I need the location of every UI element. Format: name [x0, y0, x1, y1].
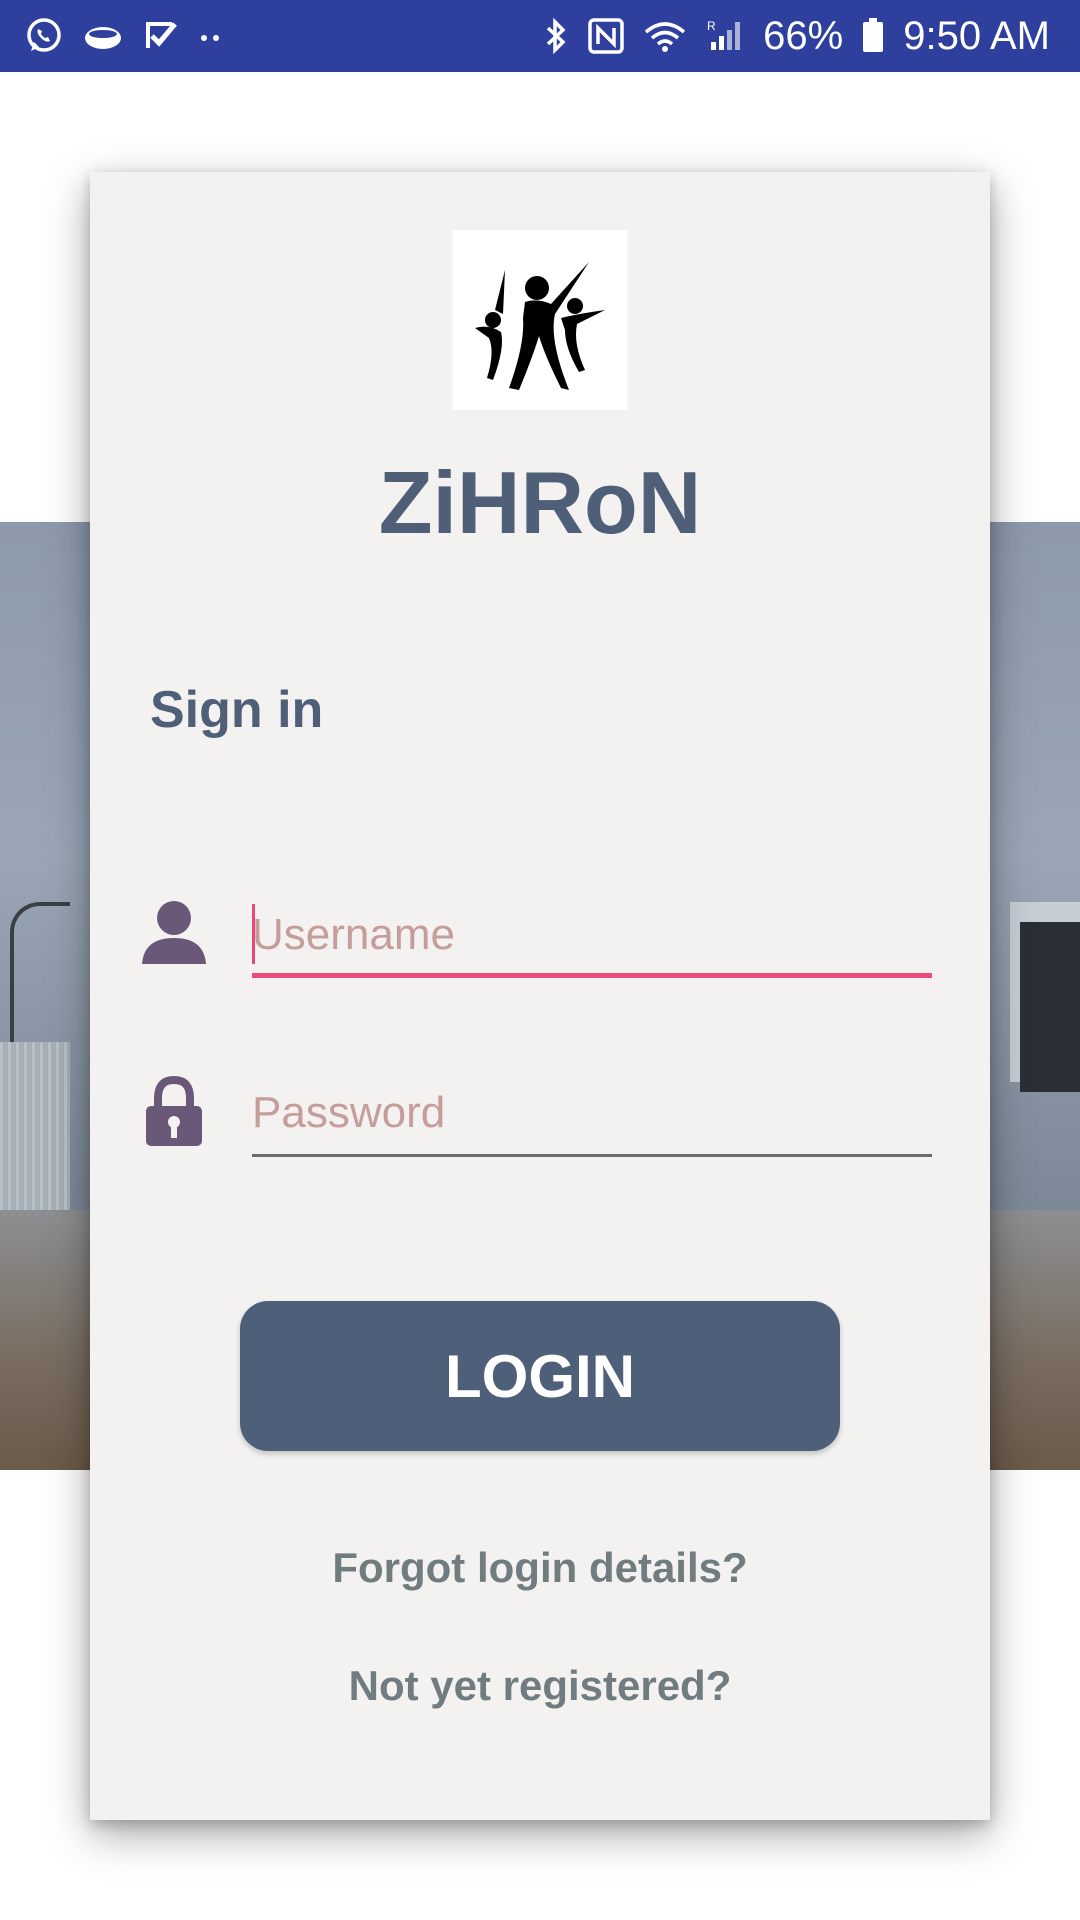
- username-row: [138, 894, 944, 984]
- bluetooth-icon: [543, 16, 569, 56]
- username-input[interactable]: [252, 894, 932, 976]
- more-dots-icon: [196, 16, 226, 56]
- user-icon: [138, 894, 210, 974]
- status-left-icons: [24, 16, 226, 56]
- clock: 9:50 AM: [903, 13, 1050, 58]
- cloud-icon: [82, 16, 124, 56]
- password-input[interactable]: [252, 1072, 932, 1154]
- people-logo-icon: [475, 262, 605, 390]
- svg-text:R: R: [707, 19, 716, 33]
- background-monitor: [1020, 922, 1080, 1092]
- login-card: ZiHRoN Sign in LOGIN Forgot login detail…: [90, 172, 990, 1820]
- register-link[interactable]: Not yet registered?: [90, 1662, 990, 1710]
- login-button[interactable]: LOGIN: [240, 1301, 840, 1451]
- app-logo: [453, 230, 627, 410]
- sign-in-heading: Sign in: [150, 681, 324, 739]
- lock-icon: [138, 1072, 210, 1152]
- text-cursor: [252, 904, 255, 964]
- checkmark-icon: [142, 16, 178, 56]
- wifi-icon: [643, 16, 687, 56]
- battery-icon: [861, 16, 885, 56]
- signal-icon: R: [705, 16, 745, 56]
- password-row: [138, 1072, 944, 1162]
- username-underline: [252, 973, 932, 978]
- whatsapp-icon: [24, 16, 64, 56]
- battery-percent: 66%: [763, 13, 844, 58]
- app-name: ZiHRoN: [378, 453, 702, 552]
- status-right-icons: R 66% 9:50 AM: [543, 14, 1050, 59]
- status-bar: R 66% 9:50 AM: [0, 0, 1080, 72]
- password-underline: [252, 1154, 932, 1157]
- nfc-icon: [587, 16, 625, 56]
- forgot-login-link[interactable]: Forgot login details?: [90, 1544, 990, 1592]
